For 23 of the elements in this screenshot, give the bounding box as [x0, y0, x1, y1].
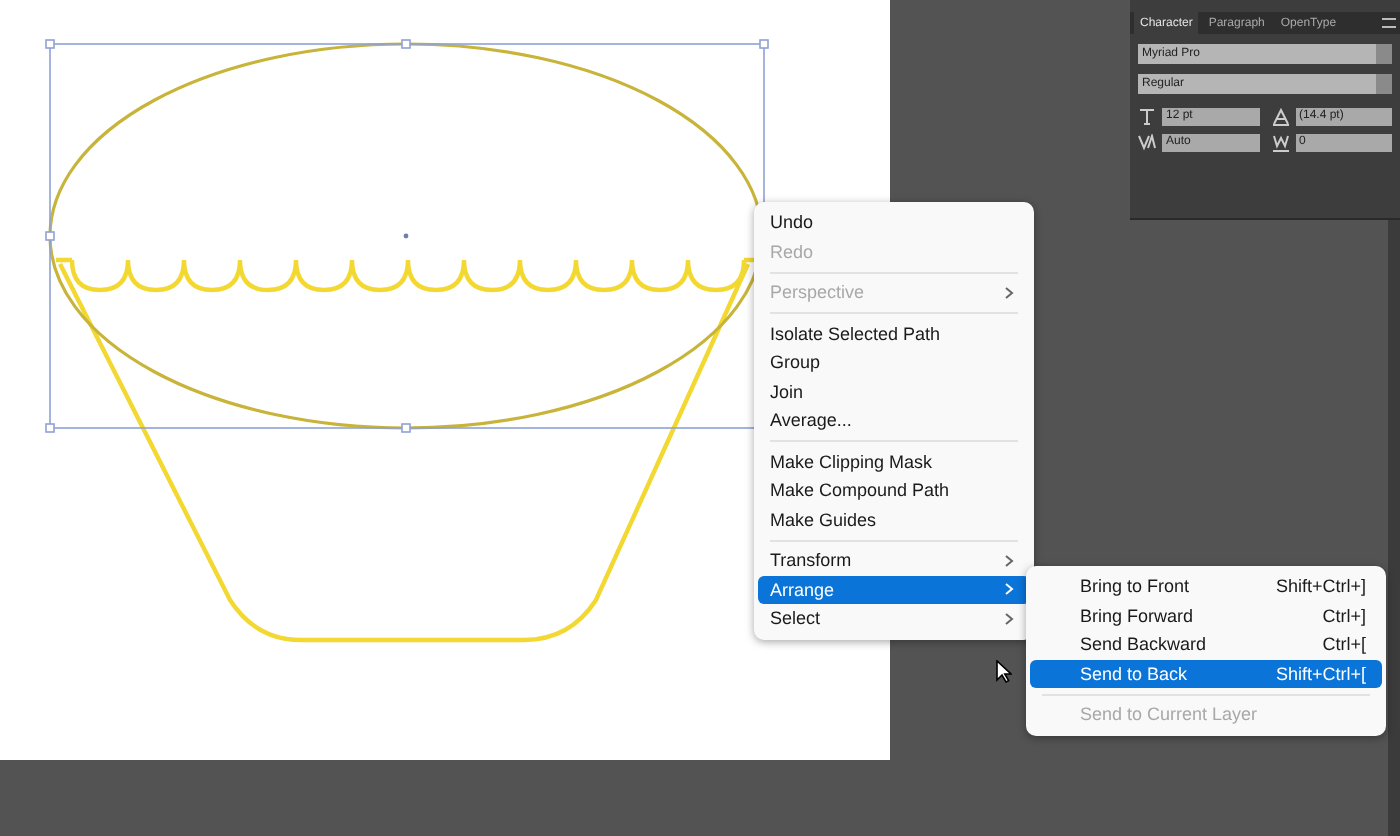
- menu-item[interactable]: Make Clipping Mask: [758, 447, 1030, 476]
- menu-item[interactable]: Bring Forward Ctrl+]: [1030, 601, 1382, 630]
- menu-item[interactable]: Group: [758, 348, 1030, 377]
- menu-item[interactable]: Arrange: [758, 575, 1030, 604]
- font-size-icon: [1138, 108, 1156, 126]
- leading-icon: [1271, 108, 1289, 126]
- mouse-pointer-icon: [996, 660, 1012, 684]
- menu-item[interactable]: Average...: [758, 406, 1030, 435]
- panel-menu-icon[interactable]: [1382, 18, 1396, 28]
- menu-item[interactable]: Select: [758, 604, 1030, 633]
- scrollbar[interactable]: [1388, 220, 1400, 836]
- menu-item[interactable]: Undo: [758, 208, 1030, 237]
- selection-bounding-box[interactable]: [45, 39, 769, 433]
- menu-item[interactable]: Bring to Front Shift+Ctrl+]: [1030, 572, 1382, 601]
- menu-item[interactable]: Send to Back Shift+Ctrl+[: [1030, 659, 1382, 688]
- menu-item[interactable]: Make Guides: [758, 505, 1030, 534]
- menu-item[interactable]: Join: [758, 377, 1030, 406]
- menu-item[interactable]: Isolate Selected Path: [758, 319, 1030, 348]
- menu-item[interactable]: Send Backward Ctrl+[: [1030, 630, 1382, 659]
- menu-item[interactable]: Transform: [758, 546, 1030, 575]
- kerning-icon: [1138, 134, 1156, 152]
- tracking-icon: [1271, 134, 1289, 152]
- menu-item[interactable]: Make Compound Path: [758, 476, 1030, 505]
